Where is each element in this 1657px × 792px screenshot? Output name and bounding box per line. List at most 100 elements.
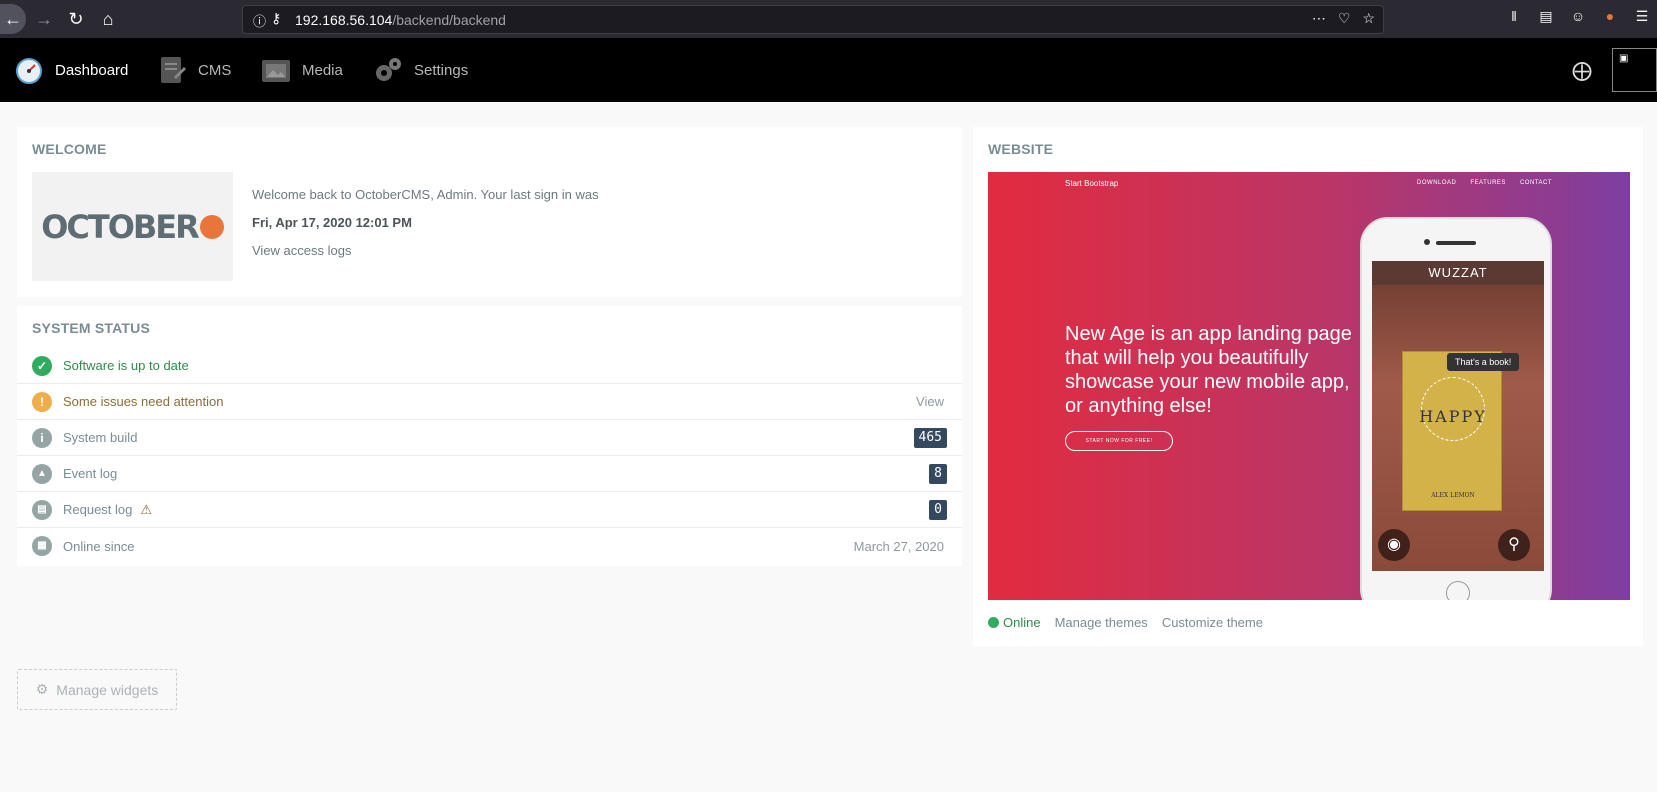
- website-footer: Online Manage themes Customize theme: [988, 615, 1263, 630]
- crosshair-icon[interactable]: ⨁: [1572, 58, 1592, 83]
- status-label[interactable]: Request log ⚠: [63, 502, 152, 518]
- exclamation-circle-icon: !: [32, 391, 52, 412]
- welcome-message: Welcome back to OctoberCMS, Admin. Your …: [252, 187, 599, 202]
- user-avatar[interactable]: ▣: [1612, 48, 1657, 92]
- manage-widgets-button[interactable]: ⚙ Manage widgets: [17, 669, 177, 710]
- october-logo: OCTOBER: [32, 172, 233, 281]
- request-log-label: Request log: [63, 501, 133, 517]
- welcome-widget: WELCOME OCTOBER Welcome back to OctoberC…: [17, 127, 962, 297]
- phone-home-button: [1446, 581, 1470, 600]
- app-title: WUZZAT: [1372, 261, 1544, 285]
- welcome-title: WELCOME: [32, 141, 107, 157]
- book-author: ALEX LEMON: [1431, 492, 1475, 499]
- nav-label: Settings: [414, 61, 469, 79]
- warning-circle-icon: ▲: [32, 463, 52, 484]
- nav-settings[interactable]: Settings: [372, 52, 468, 88]
- nav-label: CMS: [198, 61, 232, 79]
- dashboard-gauge-icon: [13, 54, 45, 86]
- online-since-date: March 27, 2020: [853, 538, 944, 554]
- account-icon[interactable]: ☺: [1569, 8, 1587, 25]
- info-icon[interactable]: ⓘ: [253, 11, 266, 30]
- online-status: Online: [988, 615, 1041, 630]
- reload-button[interactable]: ↻: [64, 7, 88, 31]
- view-issues-link[interactable]: View: [916, 394, 944, 409]
- status-row-issues: ! Some issues need attention View: [17, 384, 962, 420]
- website-title: WEBSITE: [988, 141, 1054, 157]
- nav-media[interactable]: Media: [260, 52, 343, 88]
- url-host: 192.168.56.104: [295, 12, 393, 28]
- url-path: /backend/backend: [392, 12, 506, 28]
- extension-icon[interactable]: ●: [1601, 8, 1619, 25]
- sidebar-icon[interactable]: ▤: [1537, 8, 1555, 25]
- status-label: Online since: [63, 538, 135, 554]
- request-log-badge: 0: [929, 499, 947, 520]
- last-signin-date: Fri, Apr 17, 2020 12:01 PM: [252, 215, 412, 230]
- logo-text: OCTOBER: [41, 207, 200, 246]
- preview-nav-item: DOWNLOAD: [1417, 180, 1457, 186]
- preview-tooltip: That's a book!: [1447, 353, 1520, 371]
- broken-image-icon: ▣: [1619, 53, 1629, 64]
- status-label[interactable]: Event log: [63, 466, 117, 481]
- file-circle-icon: ▤: [32, 499, 52, 520]
- status-row-software: ✓ Software is up to date: [17, 348, 962, 384]
- forward-button[interactable]: →: [32, 7, 56, 31]
- online-dot-icon: [988, 617, 999, 628]
- url-bar[interactable]: ⓘ ⚷ 192.168.56.104/backend/backend ⋯ ♡ ☆: [242, 5, 1384, 34]
- preview-nav-item: CONTACT: [1519, 180, 1552, 186]
- calendar-circle-icon: ▦: [32, 536, 52, 556]
- phone-speaker: [1436, 241, 1476, 245]
- system-status-widget: SYSTEM STATUS ✓ Software is up to date !…: [17, 306, 962, 566]
- more-icon[interactable]: ⋯: [1312, 10, 1326, 27]
- status-label: Some issues need attention: [63, 394, 224, 409]
- preview-brand: Start Bootstrap: [1065, 179, 1119, 188]
- browser-toolbar: ← → ↻ ⌂ ⓘ ⚷ 192.168.56.104/backend/backe…: [0, 0, 1657, 38]
- preview-headline: New Age is an app landing page that will…: [1065, 323, 1352, 417]
- book-title: HAPPY: [1419, 407, 1487, 426]
- phone-camera: [1424, 239, 1430, 245]
- status-label: System build: [63, 430, 138, 445]
- website-widget: WEBSITE Start Bootstrap DOWNLOAD FEATURE…: [973, 127, 1643, 646]
- online-label: Online: [1003, 615, 1041, 630]
- nav-label: Dashboard: [55, 61, 129, 79]
- status-row-build: i System build 465: [17, 420, 962, 456]
- manage-themes-link[interactable]: Manage themes: [1055, 615, 1148, 630]
- status-row-online-since: ▦ Online since March 27, 2020: [17, 528, 962, 564]
- pocket-icon[interactable]: ♡: [1338, 10, 1351, 27]
- check-circle-icon: ✓: [32, 355, 52, 376]
- info-circle-icon: i: [32, 427, 52, 448]
- camera-icon: ◉: [1378, 529, 1410, 561]
- build-badge: 465: [913, 427, 947, 448]
- phone-screen: WUZZAT HAPPY ALEX LEMON That's a book! ◉…: [1372, 261, 1544, 571]
- status-row-request-log[interactable]: ▤ Request log ⚠ 0: [17, 492, 962, 528]
- nav-dashboard[interactable]: Dashboard: [13, 52, 128, 88]
- status-label: Software is up to date: [63, 358, 189, 373]
- url-text[interactable]: 192.168.56.104/backend/backend: [295, 12, 506, 28]
- menu-icon[interactable]: ☰: [1633, 8, 1651, 25]
- gears-icon: ⚙: [35, 681, 49, 697]
- system-status-title: SYSTEM STATUS: [32, 320, 150, 336]
- nav-cms[interactable]: CMS: [156, 52, 231, 88]
- magnifier-icon: ⚲: [1498, 529, 1530, 561]
- library-icon[interactable]: ‖: [1505, 8, 1523, 25]
- bookmark-star-icon[interactable]: ☆: [1362, 10, 1375, 27]
- gear-icon: [372, 54, 404, 86]
- nav-label: Media: [302, 61, 343, 79]
- website-preview[interactable]: Start Bootstrap DOWNLOAD FEATURES CONTAC…: [988, 172, 1630, 600]
- app-header: Dashboard CMS Media Settings: [0, 38, 1657, 102]
- leaf-icon: [199, 214, 224, 239]
- back-button[interactable]: ←: [0, 4, 26, 34]
- manage-widgets-label: Manage widgets: [56, 681, 159, 698]
- preview-nav-item: FEATURES: [1470, 180, 1506, 186]
- preview-cta-button: START NOW FOR FREE!: [1065, 431, 1173, 451]
- preview-nav: DOWNLOAD FEATURES CONTACT: [1417, 180, 1552, 186]
- phone-mockup: WUZZAT HAPPY ALEX LEMON That's a book! ◉…: [1360, 217, 1552, 600]
- view-access-logs-link[interactable]: View access logs: [252, 243, 351, 258]
- media-icon: [260, 54, 292, 86]
- status-row-event-log[interactable]: ▲ Event log 8: [17, 456, 962, 492]
- home-button[interactable]: ⌂: [96, 7, 120, 31]
- book-image: HAPPY ALEX LEMON: [1402, 351, 1502, 511]
- warning-triangle-icon: ⚠: [140, 501, 153, 517]
- customize-theme-link[interactable]: Customize theme: [1162, 615, 1263, 630]
- key-icon[interactable]: ⚷: [271, 10, 281, 27]
- cms-icon: [156, 54, 188, 86]
